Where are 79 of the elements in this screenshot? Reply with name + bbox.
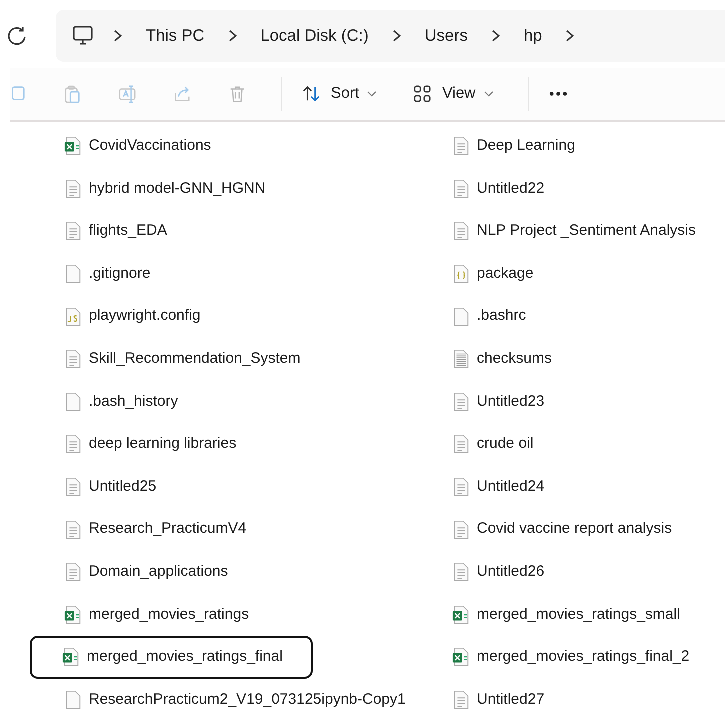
file-item[interactable]: Untitled23 <box>440 380 705 424</box>
text-file-icon <box>452 477 471 498</box>
breadcrumb-segment[interactable]: Users <box>420 24 472 48</box>
file-item[interactable]: NLP Project _Sentiment Analysis <box>440 210 705 253</box>
spreadsheet-file-icon <box>452 604 471 625</box>
file-item[interactable]: Untitled25 <box>52 466 420 508</box>
file-item[interactable]: Deep Learning <box>440 125 705 168</box>
text-file-icon <box>452 349 471 370</box>
spreadsheet-file-icon <box>64 136 83 156</box>
breadcrumb-segment[interactable]: This PC <box>142 24 209 48</box>
file-item[interactable]: merged_movies_ratings_final_2 <box>440 636 705 679</box>
text-file-icon <box>452 562 471 582</box>
file-icon <box>64 264 83 284</box>
text-file-icon <box>452 690 471 710</box>
computer-icon[interactable] <box>72 25 94 47</box>
chevron-icon[interactable] <box>226 30 239 42</box>
refresh-icon[interactable] <box>6 25 28 47</box>
file-item[interactable]: package <box>440 252 705 296</box>
delete-icon <box>228 84 247 104</box>
text-file-icon <box>64 349 83 370</box>
chevron-icon[interactable] <box>112 30 124 42</box>
rename-icon <box>118 84 137 104</box>
text-file-icon <box>452 434 471 454</box>
file-icon <box>64 690 83 710</box>
file-item[interactable]: .bash_history <box>52 380 420 424</box>
file-item[interactable]: Research_PracticumV4 <box>52 508 420 551</box>
text-file-icon <box>452 221 471 242</box>
file-item[interactable]: deep learning libraries <box>52 423 420 466</box>
file-item[interactable]: Domain_applications <box>52 550 420 594</box>
file-icon <box>452 306 471 327</box>
sort-button[interactable]: Sort <box>296 78 384 110</box>
spreadsheet-file-icon <box>62 647 81 668</box>
spreadsheet-file-icon <box>452 647 471 668</box>
text-file-icon <box>64 178 83 199</box>
chevron-icon[interactable] <box>564 30 576 42</box>
text-file-icon <box>64 520 83 540</box>
file-item[interactable]: checksums <box>440 338 705 381</box>
text-file-icon <box>64 434 83 454</box>
file-item[interactable]: Untitled22 <box>440 168 705 210</box>
file-item[interactable]: Skill_Recommendation_System <box>52 338 420 381</box>
caret-icon <box>484 89 494 99</box>
file-item[interactable]: ResearchPracticum2_V19_073125ipynb-Copy1 <box>52 678 420 719</box>
file-item[interactable]: flights_EDA <box>52 210 420 253</box>
view-icon <box>413 84 432 104</box>
view-button[interactable]: View <box>407 78 500 110</box>
file-icon <box>64 392 83 412</box>
file-item[interactable]: crude oil <box>440 423 705 466</box>
file-item[interactable]: merged_movies_ratings <box>52 594 420 636</box>
text-file-icon <box>452 136 471 156</box>
chevron-icon[interactable] <box>390 30 403 42</box>
spreadsheet-file-icon <box>64 604 83 625</box>
breadcrumb-segment[interactable]: Local Disk (C:) <box>256 24 373 48</box>
address-bar[interactable]: This PC Local Disk (C:) Users hp <box>56 10 725 62</box>
caret-icon <box>367 89 378 99</box>
text-file-icon <box>452 520 471 540</box>
file-item[interactable]: playwright.config <box>52 295 420 338</box>
file-item[interactable]: Untitled24 <box>440 466 705 508</box>
file-item[interactable]: Untitled26 <box>440 550 705 594</box>
text-file-icon <box>452 392 471 412</box>
text-file-icon <box>64 477 83 498</box>
file-item[interactable]: merged_movies_ratings_final <box>30 636 313 679</box>
file-item[interactable]: Covid vaccine report analysis <box>440 508 705 551</box>
file-item[interactable]: .gitignore <box>52 252 420 296</box>
file-item[interactable]: .bashrc <box>440 295 705 338</box>
file-item[interactable]: Untitled27 <box>440 678 705 719</box>
text-file-icon <box>64 562 83 582</box>
javascript-file-icon <box>64 306 83 327</box>
text-file-icon <box>64 221 83 242</box>
json-file-icon <box>452 264 471 284</box>
file-item[interactable]: merged_movies_ratings_small <box>440 594 705 636</box>
paste-icon <box>63 84 82 104</box>
breadcrumb-segment[interactable]: hp <box>520 24 546 48</box>
sort-icon <box>302 84 321 104</box>
chevron-icon[interactable] <box>490 30 502 42</box>
text-file-icon <box>452 178 471 199</box>
share-icon <box>173 84 192 104</box>
file-item[interactable]: hybrid model-GNN_HGNN <box>52 168 420 210</box>
more-icon <box>548 91 568 97</box>
file-item[interactable]: CovidVaccinations <box>52 125 420 168</box>
